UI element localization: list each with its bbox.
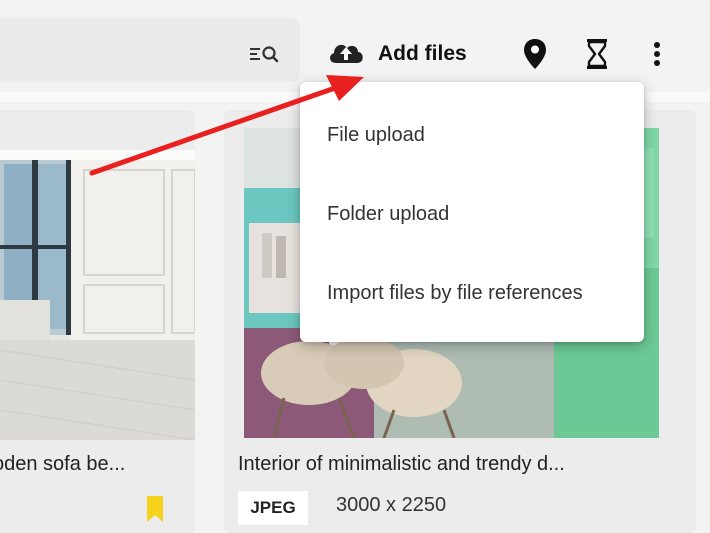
bookmark-icon[interactable] [145, 495, 165, 528]
more-vertical-icon[interactable] [650, 34, 664, 74]
cloud-upload-icon [326, 37, 366, 72]
location-pin-icon[interactable] [522, 34, 548, 74]
hourglass-icon[interactable] [583, 34, 611, 74]
asset-thumbnail[interactable] [0, 150, 195, 440]
filter-search-icon[interactable] [248, 42, 288, 68]
add-files-button[interactable]: Add files [326, 34, 467, 74]
asset-dimensions: 3000 x 2250 [336, 494, 447, 516]
menu-item-import-file-references[interactable]: Import files by file references [300, 258, 644, 328]
menu-item-folder-upload[interactable]: Folder upload [300, 179, 644, 249]
menu-item-file-upload[interactable]: File upload [300, 100, 644, 170]
asset-title[interactable]: oden sofa be... [0, 453, 125, 476]
asset-title[interactable]: Interior of minimalistic and trendy d... [238, 453, 565, 476]
asset-card[interactable]: oden sofa be... [0, 110, 195, 533]
format-badge: JPEG [238, 491, 308, 525]
add-files-label: Add files [378, 42, 467, 65]
add-files-menu: File upload Folder upload Import files b… [300, 82, 644, 342]
